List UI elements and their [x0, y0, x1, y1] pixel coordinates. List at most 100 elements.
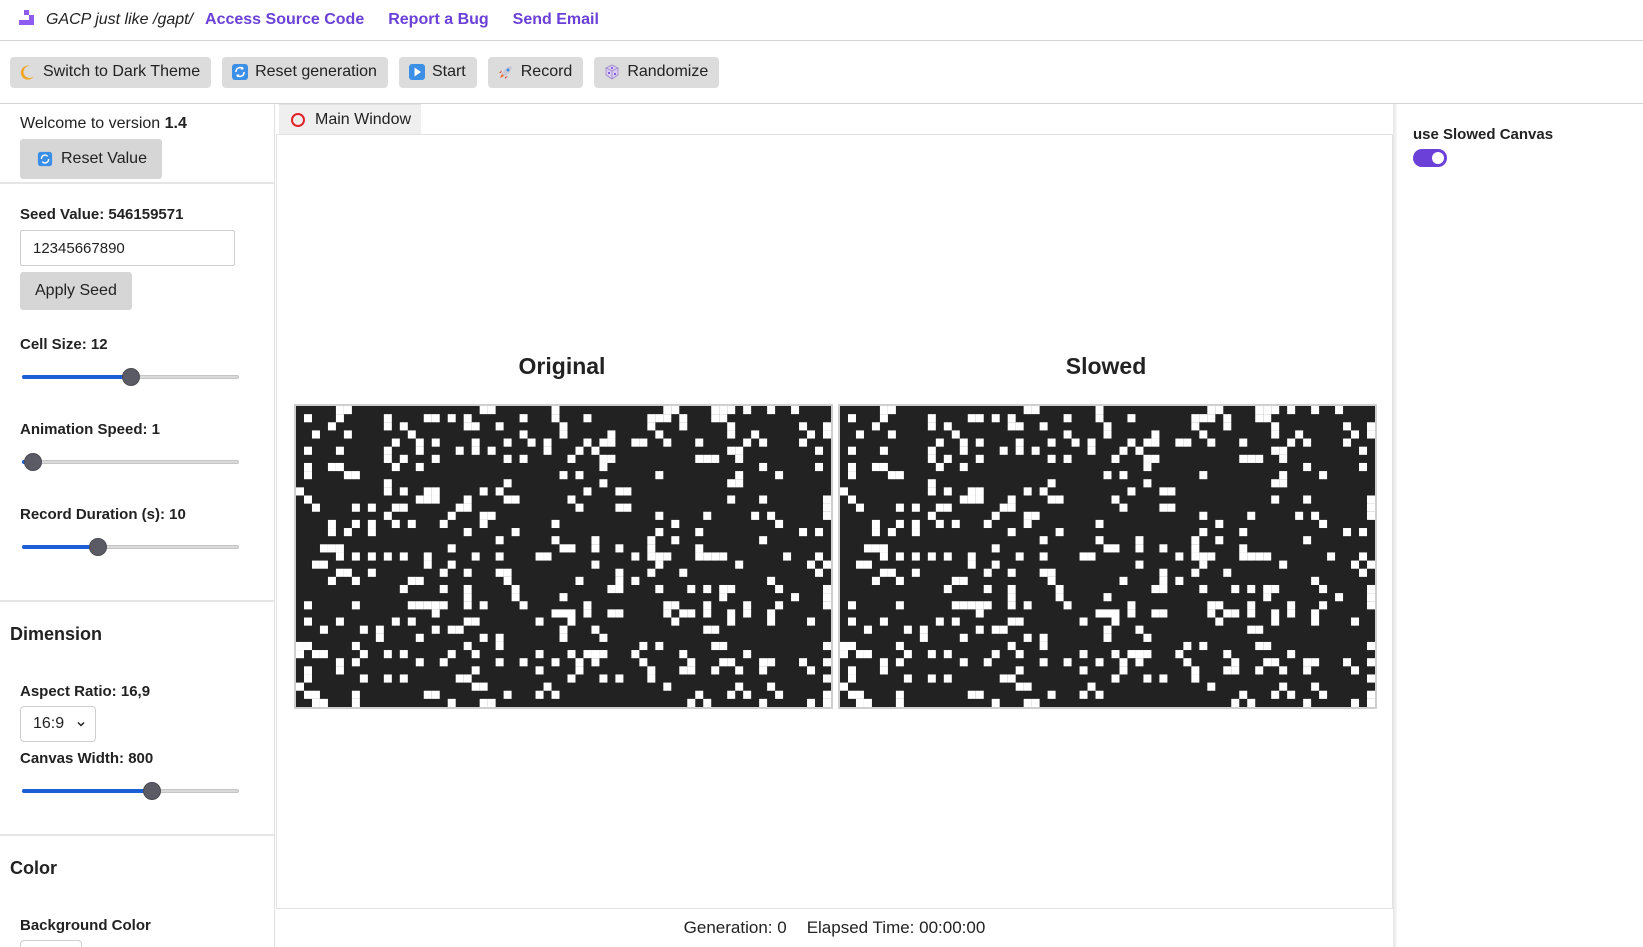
- live-cell: [543, 446, 552, 455]
- live-cell: [711, 641, 720, 651]
- live-cell: [1303, 495, 1312, 504]
- live-cell: [1143, 674, 1152, 683]
- live-cell: [583, 414, 592, 423]
- live-cell: [879, 414, 888, 423]
- live-cell: [1087, 446, 1096, 455]
- live-cell: [1007, 641, 1016, 651]
- live-cell: [1263, 414, 1272, 423]
- live-cell: [1351, 430, 1360, 439]
- live-cell: [327, 544, 336, 553]
- tab-main-window[interactable]: Main Window: [279, 104, 421, 134]
- live-cell: [991, 625, 1000, 634]
- cell-size-slider[interactable]: [22, 367, 239, 387]
- live-cell: [647, 414, 656, 423]
- live-cell: [895, 658, 904, 667]
- live-cell: [575, 658, 584, 667]
- live-cell: [855, 560, 864, 569]
- live-cell: [527, 438, 536, 447]
- record-button[interactable]: Record: [487, 56, 584, 88]
- apply-seed-button[interactable]: Apply Seed: [20, 272, 132, 310]
- reset-generation-button[interactable]: Reset generation: [222, 56, 388, 88]
- live-cell: [399, 674, 408, 683]
- live-cell: [591, 536, 600, 545]
- live-cell: [847, 617, 856, 626]
- live-cell: [1143, 462, 1152, 472]
- live-cell: [1207, 601, 1216, 610]
- live-cell: [1039, 487, 1048, 496]
- live-cell: [1199, 641, 1208, 651]
- live-cell: [863, 698, 872, 707]
- live-cell: [711, 625, 720, 634]
- live-cell: [296, 487, 304, 496]
- live-cell: [327, 462, 336, 472]
- access-source-code-link[interactable]: Access Source Code: [205, 11, 364, 29]
- live-cell: [1127, 487, 1136, 496]
- live-cell: [743, 438, 752, 447]
- reset-value-button[interactable]: Reset Value: [20, 139, 162, 179]
- background-color-picker[interactable]: [20, 940, 82, 947]
- live-cell: [399, 454, 408, 463]
- live-cell: [1063, 658, 1072, 667]
- live-cell: [463, 674, 472, 683]
- report-bug-link[interactable]: Report a Bug: [388, 11, 488, 29]
- live-cell: [1367, 593, 1375, 602]
- live-cell: [615, 584, 624, 594]
- live-cell: [727, 495, 736, 504]
- live-cell: [543, 682, 552, 691]
- live-cell: [1111, 617, 1120, 626]
- live-cell: [999, 446, 1008, 455]
- live-cell: [663, 438, 672, 447]
- canvas-width-slider[interactable]: [22, 781, 239, 801]
- live-cell: [895, 576, 904, 585]
- live-cell: [319, 544, 328, 553]
- slider-thumb[interactable]: [88, 538, 107, 556]
- live-cell: [983, 584, 992, 594]
- live-cell: [1095, 658, 1104, 667]
- start-button[interactable]: Start: [398, 56, 477, 88]
- switch-theme-button[interactable]: Switch to Dark Theme: [10, 56, 212, 88]
- live-cell: [895, 503, 904, 512]
- seed-input[interactable]: [20, 230, 235, 266]
- live-cell: [431, 414, 440, 423]
- send-email-link[interactable]: Send Email: [513, 11, 599, 29]
- live-cell: [1255, 454, 1264, 463]
- slider-thumb[interactable]: [23, 453, 42, 471]
- live-cell: [943, 584, 952, 594]
- moon-icon: [19, 63, 37, 81]
- live-cell: [959, 446, 968, 455]
- live-cell: [647, 536, 656, 545]
- live-cell: [1143, 438, 1152, 447]
- live-cell: [679, 609, 688, 618]
- live-cell: [799, 438, 808, 447]
- original-canvas[interactable]: [294, 404, 833, 709]
- live-cell: [575, 666, 584, 675]
- slowed-canvas-toggle[interactable]: [1413, 149, 1447, 167]
- live-cell: [823, 674, 831, 683]
- live-cell: [991, 650, 1000, 659]
- live-cell: [495, 568, 504, 577]
- live-cell: [1199, 528, 1208, 537]
- rocket-icon: [497, 63, 515, 81]
- live-cell: [1055, 584, 1064, 594]
- record-duration-slider[interactable]: [22, 537, 239, 557]
- live-cell: [631, 650, 640, 659]
- animation-speed-slider[interactable]: [22, 452, 239, 472]
- live-cell: [447, 698, 456, 707]
- aspect-ratio-select[interactable]: 16:9: [20, 706, 96, 742]
- slowed-canvas[interactable]: [838, 404, 1377, 709]
- live-cell: [727, 479, 736, 488]
- live-cell: [951, 430, 960, 439]
- live-cell: [551, 690, 560, 699]
- live-cell: [1135, 560, 1144, 569]
- live-cell: [1367, 698, 1375, 707]
- seed-value-label: Seed Value: 546159571: [20, 206, 184, 223]
- slider-thumb[interactable]: [121, 368, 140, 386]
- slider-thumb[interactable]: [143, 782, 162, 800]
- live-cell: [1007, 568, 1016, 577]
- live-cell: [1135, 625, 1144, 634]
- live-cell: [1151, 454, 1160, 463]
- live-cell: [703, 552, 712, 561]
- live-cell: [1207, 552, 1216, 561]
- live-cell: [639, 641, 648, 651]
- randomize-button[interactable]: Randomize: [594, 56, 720, 88]
